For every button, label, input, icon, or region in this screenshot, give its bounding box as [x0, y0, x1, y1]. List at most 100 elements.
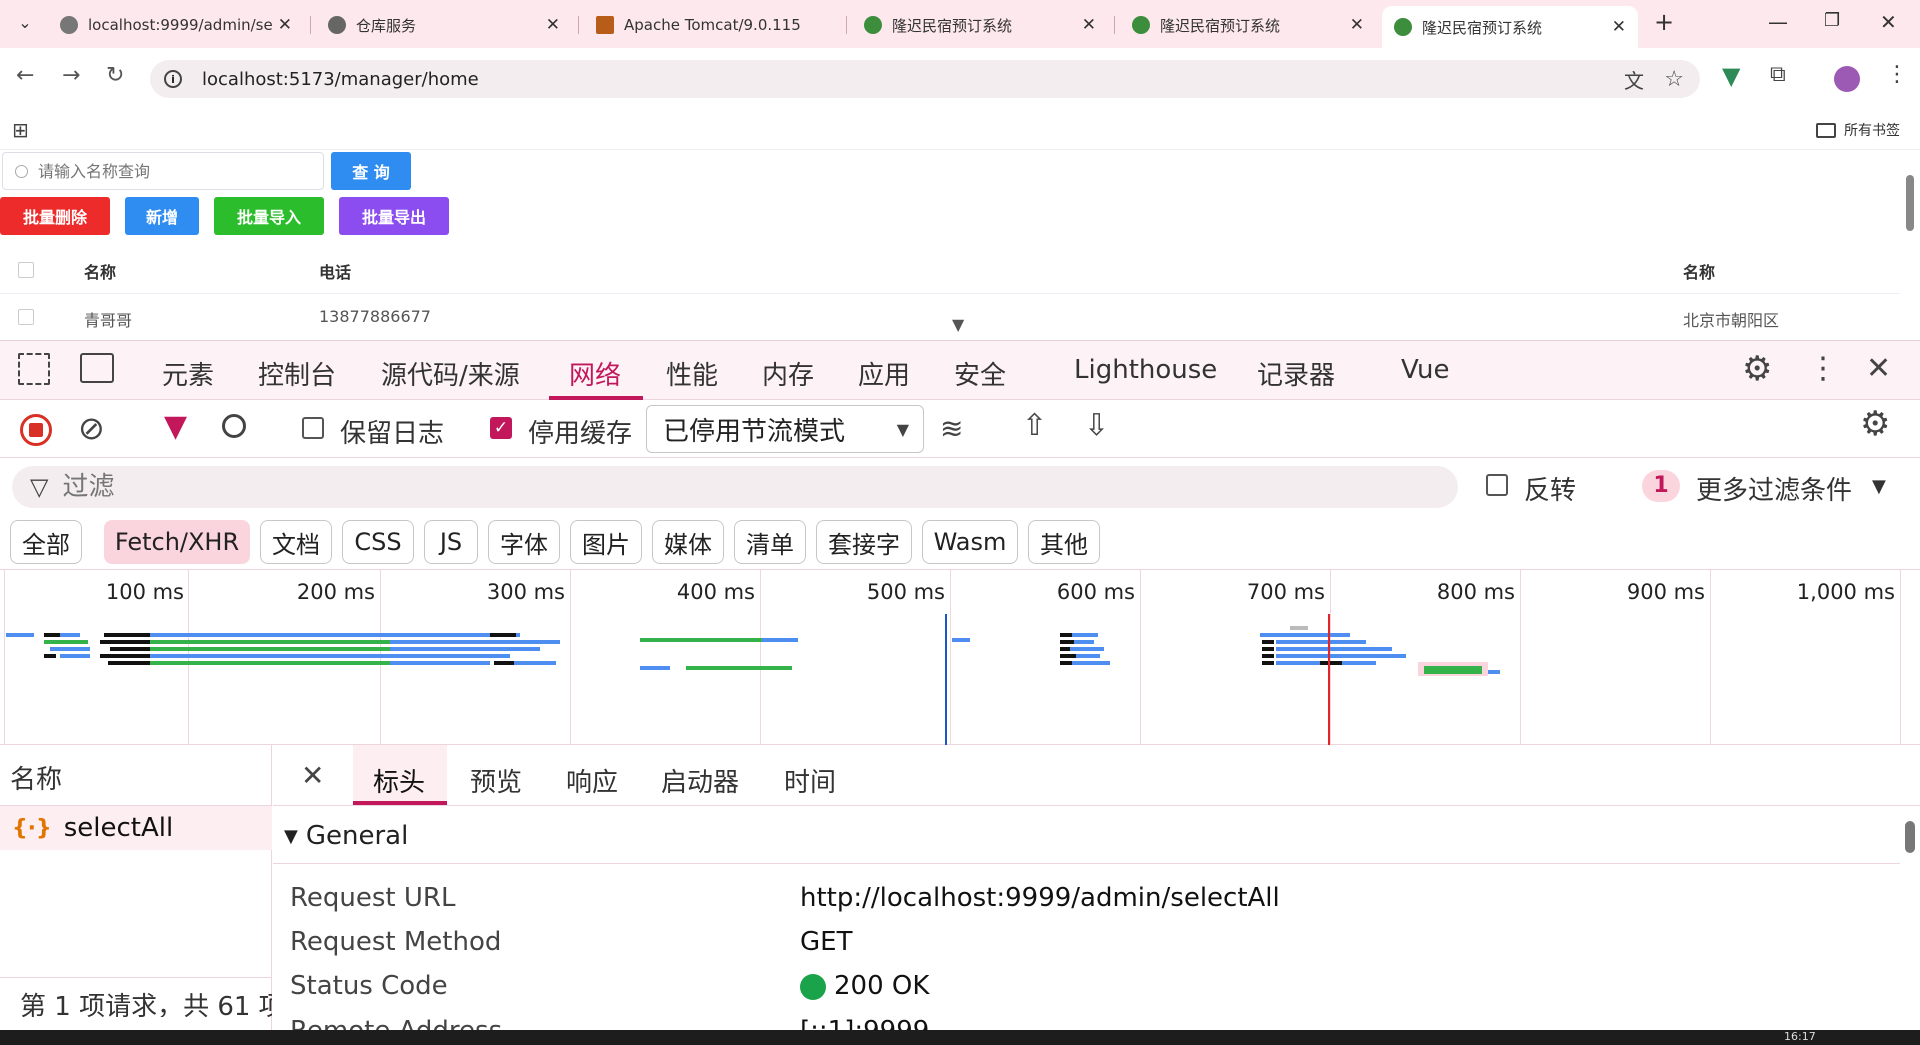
devtools-tab-lighthouse[interactable]: Lighthouse [1074, 355, 1217, 385]
browser-tab[interactable]: Apache Tomcat/9.0.115 [584, 8, 844, 42]
browser-tab[interactable]: 隆迟民宿预订系统 ✕ [852, 8, 1108, 42]
close-icon[interactable]: ✕ [546, 15, 560, 35]
devtools-tab-application[interactable]: 应用 [858, 355, 910, 392]
detail-tab-response[interactable]: 响应 [566, 762, 618, 799]
browser-tab[interactable]: 隆迟民宿预订系统 ✕ [1120, 8, 1376, 42]
avatar[interactable] [1834, 66, 1860, 92]
tab-search-icon[interactable]: ⌄ [14, 10, 36, 34]
network-settings-icon[interactable]: ⚙ [1860, 404, 1890, 444]
more-filters-dropdown[interactable]: 更多过滤条件 [1696, 470, 1852, 507]
filter-icon[interactable]: ▼ [164, 412, 187, 442]
general-section-header[interactable]: ▼ General [284, 818, 408, 854]
type-filter-chip[interactable]: 其他 [1028, 520, 1100, 564]
devtools-tab-performance[interactable]: 性能 [666, 355, 718, 392]
bookmark-star-icon[interactable]: ☆ [1664, 67, 1684, 92]
disable-cache-checkbox[interactable]: ✓ [490, 417, 512, 439]
select-all-checkbox[interactable] [18, 262, 34, 278]
devtools-tab-recorder[interactable]: 记录器 [1257, 355, 1335, 392]
batch-export-button[interactable]: 批量导出 [339, 197, 449, 235]
forward-icon[interactable]: → [62, 63, 80, 88]
vue-devtools-extension-icon[interactable]: ▼ [1722, 62, 1740, 90]
menu-icon[interactable]: ⋮ [1886, 62, 1908, 87]
extensions-icon[interactable]: ⧉ [1770, 62, 1786, 87]
batch-import-button[interactable]: 批量导入 [214, 197, 324, 235]
page-content: 查 询 批量删除 新增 批量导入 批量导出 名称 电话 名称 青哥哥 13877… [0, 150, 1920, 338]
row-checkbox[interactable] [18, 309, 34, 325]
new-tab-icon[interactable]: + [1654, 8, 1674, 36]
tab-title: Apache Tomcat/9.0.115 [624, 16, 801, 34]
detail-tab-initiator[interactable]: 启动器 [661, 762, 739, 799]
type-filter-chip[interactable]: 清单 [734, 520, 806, 564]
add-button[interactable]: 新增 [125, 197, 199, 235]
devtools-tab-elements[interactable]: 元素 [162, 355, 214, 392]
type-filter-chip[interactable]: 全部 [10, 520, 82, 564]
search-input[interactable] [38, 161, 298, 181]
more-options-icon[interactable]: ⋮ [1808, 351, 1838, 386]
minimize-icon[interactable]: — [1768, 10, 1788, 34]
network-conditions-icon[interactable]: ≋ [940, 412, 963, 445]
detail-tab-headers[interactable]: 标头 [373, 762, 425, 799]
invert-checkbox[interactable] [1486, 474, 1508, 496]
batch-delete-button[interactable]: 批量删除 [0, 197, 110, 235]
record-stop-icon[interactable] [20, 414, 52, 446]
close-icon[interactable]: ✕ [1350, 15, 1364, 35]
detail-scrollbar[interactable] [1905, 821, 1915, 853]
devtools-tab-vue[interactable]: Vue [1401, 355, 1450, 385]
devtools-tab-memory[interactable]: 内存 [762, 355, 814, 392]
settings-gear-icon[interactable]: ⚙ [1742, 349, 1772, 389]
translate-icon[interactable]: 文 [1624, 65, 1644, 94]
address-bar[interactable]: i localhost:5173/manager/home 文 ☆ [150, 60, 1700, 98]
window-close-icon[interactable]: ✕ [1880, 10, 1897, 34]
expand-down-icon[interactable]: ▼ [952, 315, 964, 334]
detail-tab-timing[interactable]: 时间 [784, 762, 836, 799]
type-filter-chip[interactable]: CSS [342, 520, 414, 564]
restore-icon[interactable]: ❐ [1824, 10, 1840, 31]
import-har-icon[interactable]: ⇧ [1022, 408, 1047, 443]
preserve-log-checkbox[interactable] [302, 417, 324, 439]
type-filter-chip[interactable]: 文档 [260, 520, 332, 564]
close-icon[interactable]: ✕ [278, 15, 292, 35]
chevron-down-icon[interactable]: ▼ [1872, 476, 1886, 497]
browser-tab[interactable]: localhost:9999/admin/se ✕ [48, 8, 304, 42]
devtools-tab-console[interactable]: 控制台 [258, 355, 336, 392]
browser-tab-active[interactable]: 隆迟民宿预订系统 ✕ [1382, 6, 1638, 48]
type-filter-chip-active[interactable]: Fetch/XHR [104, 520, 250, 564]
close-detail-icon[interactable]: ✕ [301, 759, 324, 792]
timeline-tick: 500 ms [866, 580, 945, 604]
close-icon[interactable]: ✕ [1082, 15, 1096, 35]
table-row[interactable]: 青哥哥 13877886677 北京市朝阳区 [0, 295, 1900, 338]
devtools-tab-security[interactable]: 安全 [954, 355, 1006, 392]
filter-input[interactable] [62, 472, 1363, 502]
clear-icon[interactable]: ⊘ [78, 412, 105, 444]
close-devtools-icon[interactable]: ✕ [1866, 351, 1891, 386]
browser-tab[interactable]: 仓库服务 ✕ [316, 8, 572, 42]
devtools-tab-network[interactable]: 网络 [569, 355, 621, 392]
type-filter-chip[interactable]: 媒体 [652, 520, 724, 564]
url-text[interactable]: localhost:5173/manager/home [202, 69, 479, 90]
all-bookmarks[interactable]: 所有书签 [1816, 120, 1900, 140]
throttle-select[interactable]: 已停用节流模式 ▼ [646, 405, 924, 453]
back-icon[interactable]: ← [16, 63, 34, 88]
device-toolbar-icon[interactable] [80, 353, 114, 383]
apps-grid-icon[interactable]: ⊞ [12, 118, 29, 142]
type-filter-chip[interactable]: 套接字 [816, 520, 912, 564]
close-icon[interactable]: ✕ [1612, 17, 1626, 37]
query-button[interactable]: 查 询 [331, 152, 411, 190]
type-filter-chip[interactable]: 字体 [488, 520, 560, 564]
type-filter-chip[interactable]: 图片 [570, 520, 642, 564]
inspect-element-icon[interactable] [18, 353, 50, 385]
reload-icon[interactable]: ↻ [106, 63, 124, 88]
type-filter-chip[interactable]: Wasm [922, 520, 1018, 564]
request-row-selected[interactable]: {·} selectAll [0, 806, 272, 850]
search-box[interactable] [2, 152, 324, 190]
detail-tab-preview[interactable]: 预览 [470, 762, 522, 799]
type-filter-chip[interactable]: JS [424, 520, 478, 564]
cell-phone: 13877886677 [319, 307, 431, 326]
export-har-icon[interactable]: ⇩ [1084, 408, 1109, 443]
site-info-icon[interactable]: i [164, 70, 182, 88]
search-icon[interactable] [222, 414, 246, 438]
timeline-tick: 1,000 ms [1796, 580, 1895, 604]
devtools-tab-sources[interactable]: 源代码/来源 [381, 355, 520, 392]
page-scrollbar[interactable] [1906, 175, 1914, 231]
filter-input-box[interactable]: ▽ [12, 466, 1458, 508]
